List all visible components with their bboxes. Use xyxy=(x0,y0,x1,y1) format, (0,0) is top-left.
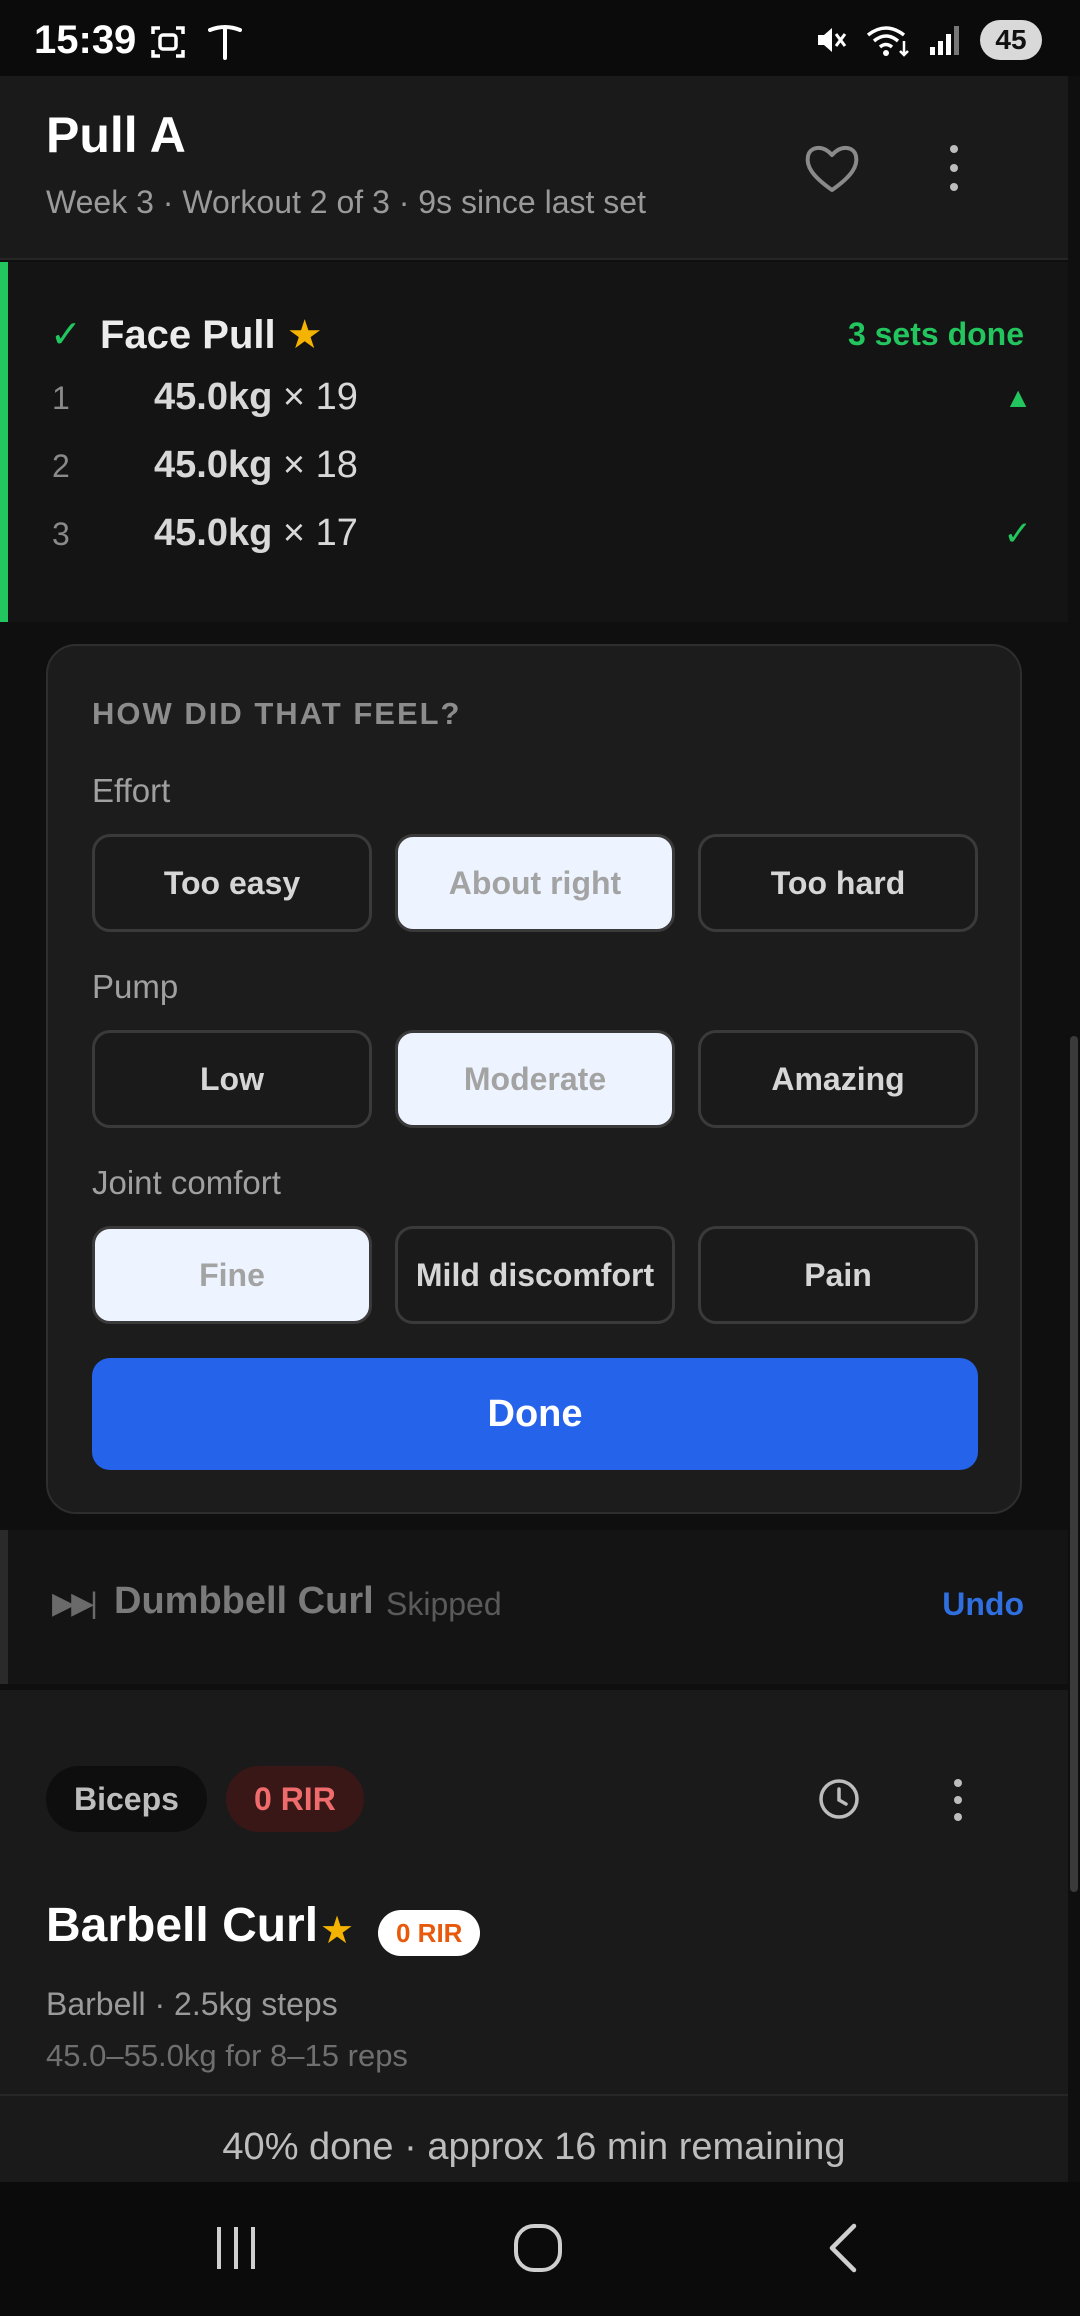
effort-label: Effort xyxy=(92,772,171,809)
status-right-icons: 45 xyxy=(814,20,1042,60)
pump-label: Pump xyxy=(92,968,179,1005)
star-icon: ★ xyxy=(286,313,323,357)
skipped-exercise-card: ▶▶| Dumbbell Curl Skipped Undo xyxy=(0,1530,1068,1684)
completion-accent-bar xyxy=(0,262,8,622)
pump-option-amazing[interactable]: Amazing xyxy=(698,1030,978,1128)
recent-apps-button[interactable] xyxy=(186,2208,286,2288)
effort-option-about-right[interactable]: About right xyxy=(395,834,675,932)
more-dot-icon xyxy=(954,1778,962,1787)
clock-icon xyxy=(819,1779,859,1819)
workout-progress-bar: 40% done · approx 16 min remaining xyxy=(0,2094,1068,2184)
page-title: Pull A xyxy=(46,107,186,163)
skip-forward-icon: ▶▶| xyxy=(52,1587,98,1620)
completed-exercise-card[interactable]: ✓ Face Pull ★ 3 sets done 1 45.0kg × 19 … xyxy=(0,262,1068,622)
set-weight: 45.0kg xyxy=(154,512,273,554)
skipped-accent-bar xyxy=(0,1530,8,1684)
recent-apps-icon xyxy=(217,2227,255,2269)
set-reps: × 17 xyxy=(272,512,358,554)
set-weight: 45.0kg xyxy=(154,444,273,486)
set-value: 45.0kg × 17 xyxy=(154,512,358,555)
status-time: 15:39 xyxy=(34,18,137,62)
progress-text: 40% done · approx 16 min remaining xyxy=(222,2126,846,2168)
joint-option-pain[interactable]: Pain xyxy=(698,1226,978,1324)
back-icon xyxy=(829,2223,857,2273)
set-reps: × 19 xyxy=(272,376,358,418)
star-icon: ★ xyxy=(320,1910,355,1952)
set-number: 3 xyxy=(52,516,70,552)
tesla-icon xyxy=(208,25,242,60)
set-value: 45.0kg × 18 xyxy=(154,444,358,487)
exercise-name: Barbell Curl xyxy=(46,1899,319,1952)
scrollbar-thumb[interactable] xyxy=(1070,1036,1078,1892)
joint-option-mild-discomfort[interactable]: Mild discomfort xyxy=(395,1226,675,1324)
rir-badge: 0 RIR xyxy=(378,1910,481,1956)
back-button[interactable] xyxy=(792,2208,892,2288)
exercise-more-button[interactable] xyxy=(938,1774,978,1826)
muscle-chip: Biceps xyxy=(46,1766,207,1832)
workout-subtitle: Week 3 · Workout 2 of 3 · 9s since last … xyxy=(46,184,646,220)
set-number: 1 xyxy=(52,380,70,416)
pump-option-moderate[interactable]: Moderate xyxy=(395,1030,675,1128)
effort-option-too-hard[interactable]: Too hard xyxy=(698,834,978,932)
current-exercise-card: Biceps 0 RIR Barbell Curl ★ 0 RIR Barbel… xyxy=(0,1690,1068,2094)
battery-level: 45 xyxy=(980,20,1042,60)
screenshot-icon xyxy=(151,26,185,58)
effort-option-too-easy[interactable]: Too easy xyxy=(92,834,372,932)
status-left-icons xyxy=(150,24,242,60)
more-dot-icon xyxy=(950,145,958,154)
undo-skip-button[interactable]: Undo xyxy=(942,1586,1024,1623)
check-icon: ✓ xyxy=(50,314,82,356)
sets-done-status: 3 sets done xyxy=(847,316,1024,352)
mute-icon xyxy=(818,28,847,52)
set-weight: 45.0kg xyxy=(154,376,273,418)
set-number: 2 xyxy=(52,448,70,484)
workout-header: Pull A Week 3 · Workout 2 of 3 · 9s sinc… xyxy=(0,76,1068,260)
exercise-name-text: Face Pull xyxy=(100,313,276,357)
set-reps: × 18 xyxy=(272,444,358,486)
more-dot-icon xyxy=(954,1795,962,1804)
exercise-name: Face Pull ★ xyxy=(100,312,323,358)
home-icon xyxy=(514,2224,562,2272)
status-bar: 15:39 45 xyxy=(0,0,1080,76)
pump-option-low[interactable]: Low xyxy=(92,1030,372,1128)
feedback-heading: HOW DID THAT FEEL? xyxy=(92,696,462,731)
skipped-exercise-name: Dumbbell Curl xyxy=(114,1580,374,1622)
joint-option-fine[interactable]: Fine xyxy=(92,1226,372,1324)
set-row: 2 45.0kg × 18 xyxy=(52,438,1032,498)
more-dot-icon xyxy=(950,163,958,172)
history-button[interactable] xyxy=(816,1776,862,1822)
wifi-icon xyxy=(866,26,909,57)
system-nav-bar xyxy=(0,2182,1080,2316)
favorite-button[interactable] xyxy=(800,136,864,200)
feedback-panel: HOW DID THAT FEEL? Effort Too easy About… xyxy=(46,644,1022,1514)
target-range: 45.0–55.0kg for 8–15 reps xyxy=(46,2038,408,2073)
progress-up-icon: ▲ xyxy=(1004,382,1032,413)
heart-icon xyxy=(805,146,859,192)
signal-icon xyxy=(930,26,959,55)
more-options-button[interactable] xyxy=(934,140,974,196)
set-value: 45.0kg × 19 xyxy=(154,376,358,419)
home-button[interactable] xyxy=(488,2208,588,2288)
equipment-info: Barbell · 2.5kg steps xyxy=(46,1986,338,2022)
set-row: 3 45.0kg × 17 ✓ xyxy=(52,506,1032,566)
more-dot-icon xyxy=(954,1813,962,1822)
check-icon: ✓ xyxy=(1003,515,1033,553)
rir-chip: 0 RIR xyxy=(226,1766,364,1832)
joint-comfort-label: Joint comfort xyxy=(92,1164,281,1201)
done-button[interactable]: Done xyxy=(92,1358,978,1470)
set-row: 1 45.0kg × 19 ▲ xyxy=(52,370,1032,430)
more-dot-icon xyxy=(950,182,958,191)
skipped-tag: Skipped xyxy=(386,1586,502,1622)
